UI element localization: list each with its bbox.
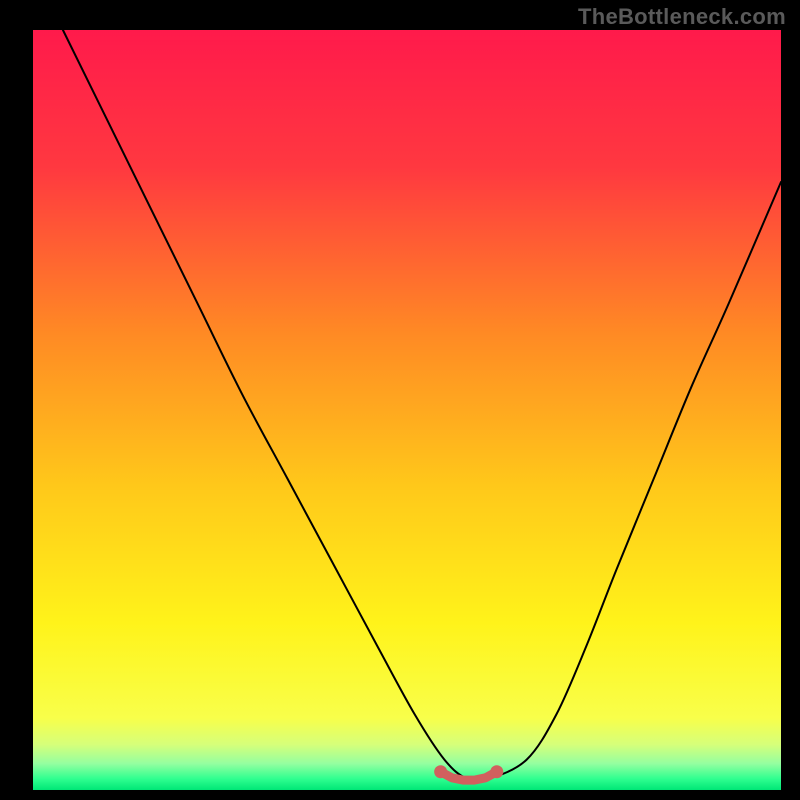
watermark-text: TheBottleneck.com [578,4,786,30]
plot-background [33,30,781,790]
chart-frame: TheBottleneck.com [0,0,800,800]
optimal-range-start-dot [434,765,447,778]
bottleneck-chart [0,0,800,800]
optimal-range-end-dot [490,765,503,778]
